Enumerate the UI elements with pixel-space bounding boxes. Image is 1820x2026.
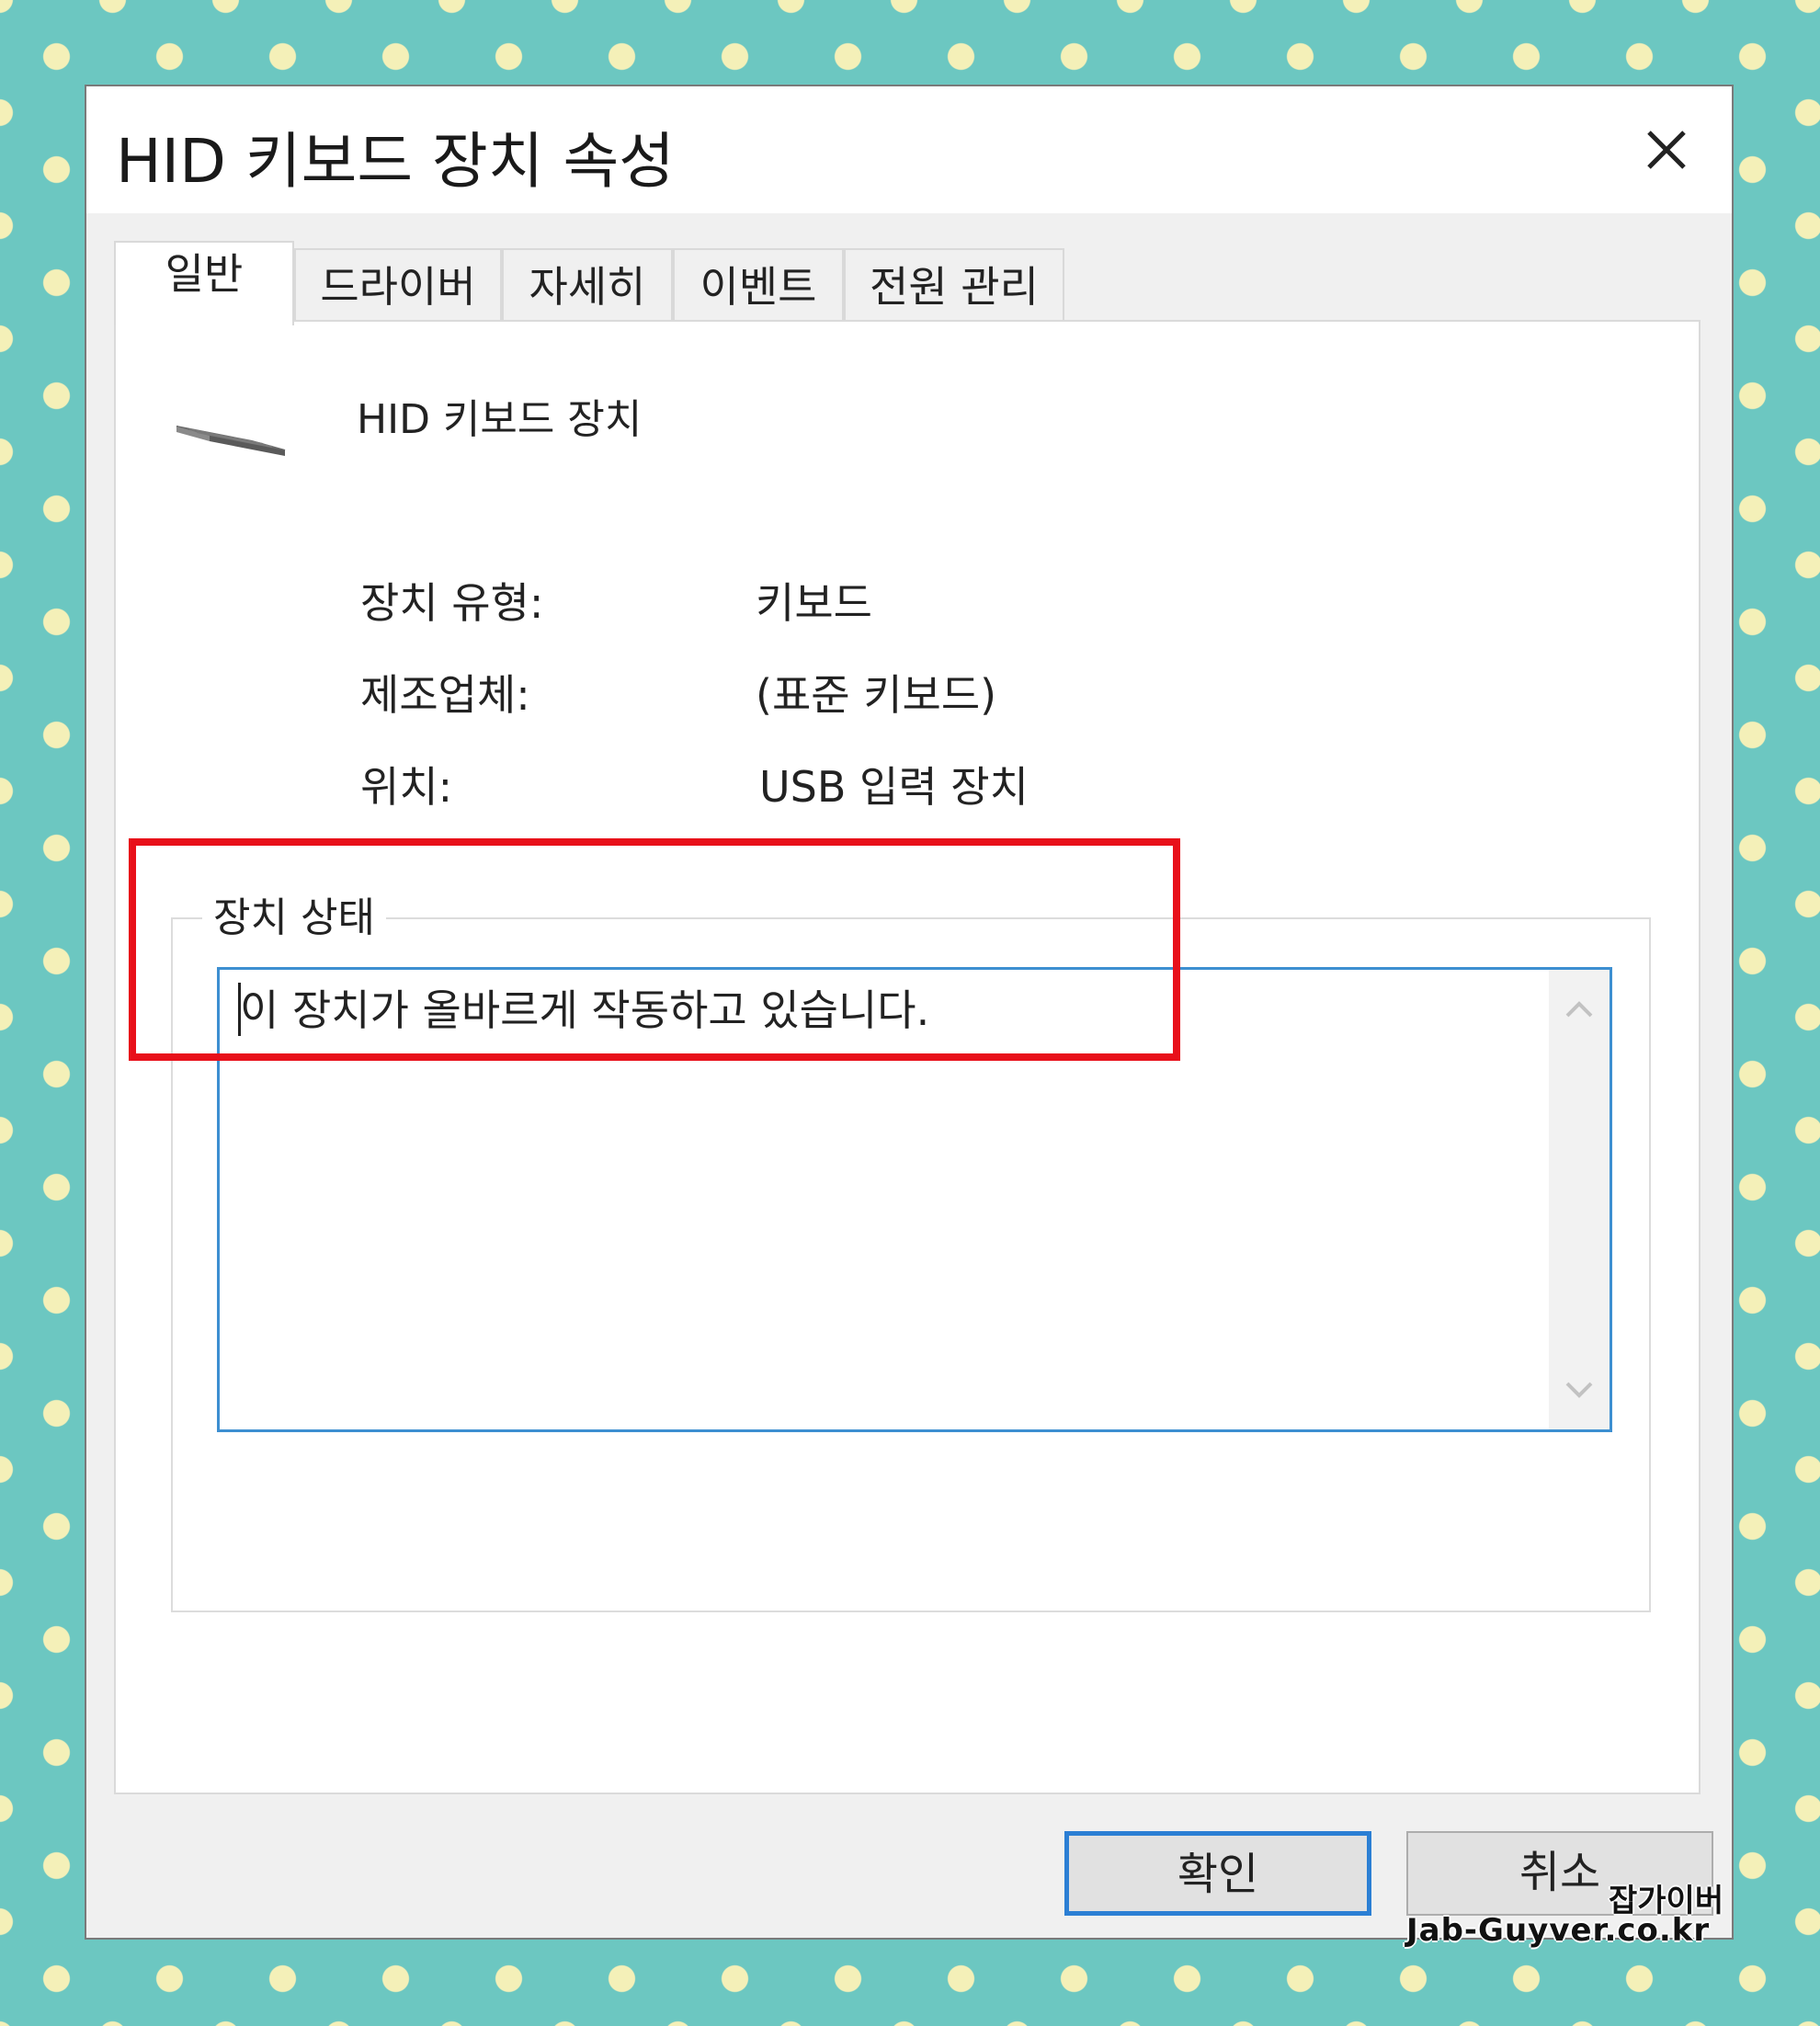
scroll-down-button[interactable]	[1549, 1371, 1610, 1411]
status-scrollbar[interactable]	[1549, 970, 1610, 1429]
keyboard-icon	[171, 404, 290, 472]
tab-power-management[interactable]: 전원 관리	[844, 248, 1064, 322]
watermark-url: Jab-Guyver.co.kr	[1406, 1912, 1711, 1949]
manufacturer-value: (표준 키보드)	[756, 670, 997, 720]
dialog-title: HID 키보드 장치 속성	[116, 126, 675, 197]
location-label: 위치:	[360, 762, 453, 812]
location-value: USB 입력 장치	[759, 762, 1029, 812]
title-bar: HID 키보드 장치 속성	[86, 86, 1732, 213]
scroll-up-button[interactable]	[1549, 988, 1610, 1029]
device-type-label: 장치 유형:	[360, 578, 544, 628]
tab-general[interactable]: 일반	[114, 241, 294, 325]
chevron-up-icon	[1565, 1001, 1593, 1018]
tab-events[interactable]: 이벤트	[673, 248, 844, 322]
tab-driver[interactable]: 드라이버	[294, 248, 502, 322]
close-button[interactable]	[1638, 121, 1695, 178]
device-type-value: 키보드	[756, 578, 872, 628]
close-icon	[1647, 131, 1686, 169]
chevron-down-icon	[1565, 1382, 1593, 1398]
highlight-annotation	[129, 838, 1180, 1061]
tab-details[interactable]: 자세히	[502, 248, 673, 322]
manufacturer-label: 제조업체:	[360, 670, 530, 720]
device-name: HID 키보드 장치	[357, 396, 643, 443]
ok-button[interactable]: 확인	[1064, 1831, 1371, 1916]
